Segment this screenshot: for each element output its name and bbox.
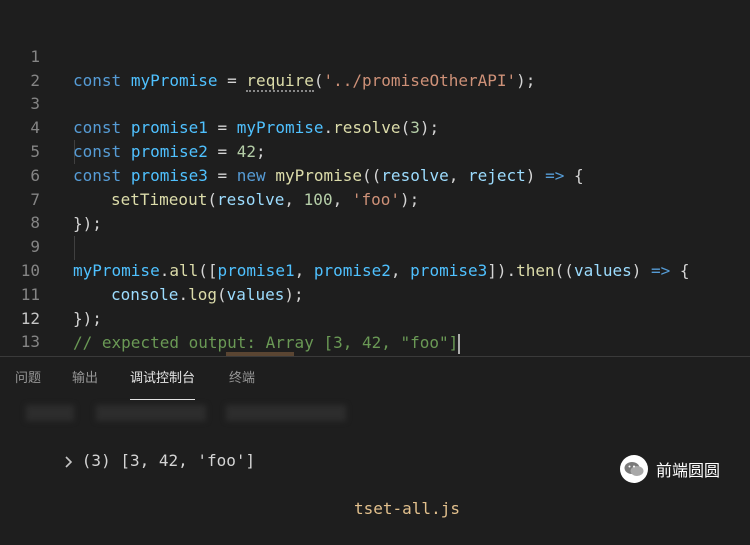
tab-problems[interactable]: 问题 (15, 357, 41, 401)
code-line-11[interactable]: 11 }); (0, 259, 750, 328)
redacted-text (226, 405, 346, 421)
code-line-9[interactable]: 9 myPromise.all([promise1, promise2, pro… (0, 211, 750, 280)
console-output-line[interactable]: (3) [3, 42, 'foo'] (6, 425, 255, 470)
code-line-10[interactable]: 10 console.log(values); (0, 235, 750, 304)
code-line-5[interactable]: 5 const promise3 = new myPromise((resolv… (0, 116, 750, 185)
tab-debug-console[interactable]: 调试控制台 (130, 357, 196, 400)
code-line-4[interactable]: 4 const promise2 = 42; (0, 92, 750, 161)
code-line-8[interactable]: 8 (0, 187, 750, 232)
code-line-6[interactable]: 6 setTimeout(resolve, 100, 'foo'); (0, 140, 750, 209)
tab-output[interactable]: 输出 (72, 357, 98, 401)
watermark: 前端圆圆 (620, 452, 720, 486)
panel-tabs: 问题 输出 调试控制台 终端 (0, 357, 750, 401)
redacted-text (26, 405, 74, 421)
redacted-text (96, 405, 206, 421)
console-source-line: tset-all.js (0, 401, 750, 518)
watermark-text: 前端圆圆 (656, 461, 721, 480)
code-line-2[interactable]: 2 (0, 45, 750, 90)
chevron-right-icon[interactable] (64, 451, 74, 470)
tab-terminal[interactable]: 终端 (229, 357, 255, 401)
code-line-7[interactable]: 7 }); (0, 164, 750, 233)
code-line-12[interactable]: 12 // expected output: Array [3, 42, "fo… (0, 283, 750, 354)
code-editor[interactable]: 1 const myPromise = require('../promiseO… (0, 0, 750, 375)
code-line-14[interactable]: 14 (0, 330, 750, 375)
code-line-13[interactable]: 13 (0, 306, 750, 351)
source-file-link[interactable]: tset-all.js (354, 497, 460, 521)
code-line-3[interactable]: 3 const promise1 = myPromise.resolve(3); (0, 68, 750, 137)
wechat-icon (620, 455, 648, 483)
code-line-1[interactable]: 1 const myPromise = require('../promiseO… (0, 21, 750, 92)
console-output: (3) [3, 42, 'foo'] (81, 451, 256, 470)
